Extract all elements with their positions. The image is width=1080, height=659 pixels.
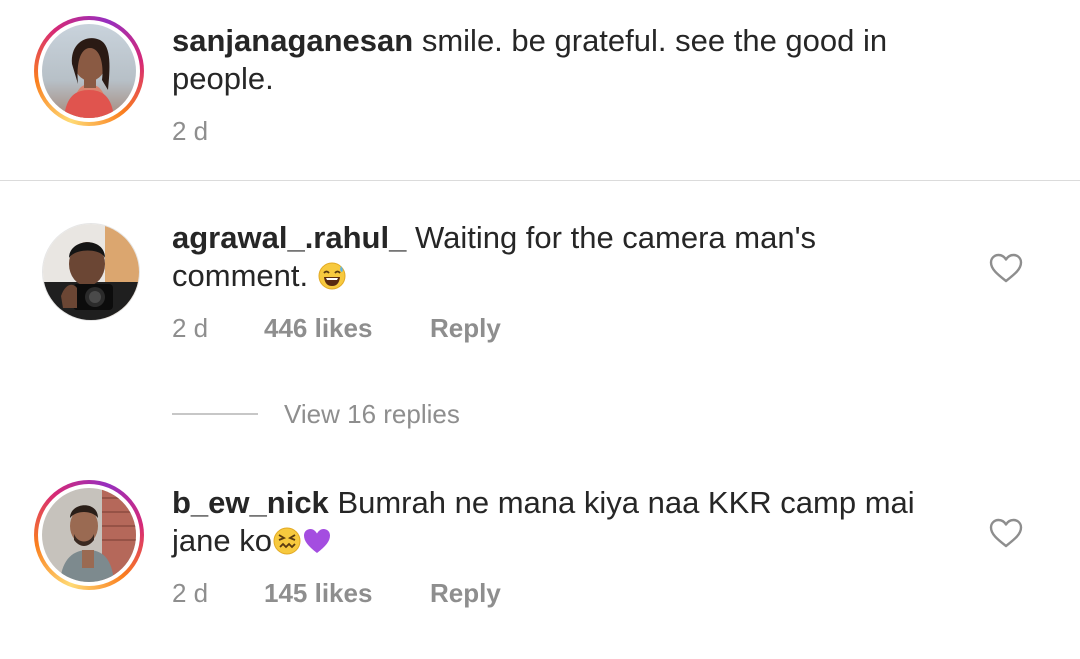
heart-icon[interactable] xyxy=(989,518,1023,548)
comment-text: agrawal_.rahul_ Waiting for the camera m… xyxy=(172,219,816,295)
purple-heart-emoji xyxy=(302,526,332,556)
comment-meta: 2 d xyxy=(172,116,264,147)
comment-username[interactable]: agrawal_.rahul_ xyxy=(172,220,406,255)
man-with-camera-avatar[interactable] xyxy=(42,223,140,321)
comment-text-line2: people. xyxy=(172,61,274,96)
comment-text-line1: smile. be grateful. see the good in xyxy=(421,23,888,58)
caption-comment: sanjanaganesan smile. be grateful. see t… xyxy=(0,0,1080,180)
heart-icon[interactable] xyxy=(989,253,1023,283)
grinning-sweat-emoji xyxy=(317,261,347,291)
comment-time: 2 d xyxy=(172,578,209,608)
comment-text-line1: Bumrah ne mana kiya naa KKR camp mai xyxy=(337,485,915,520)
view-replies-label[interactable]: View 16 replies xyxy=(284,399,460,430)
comment-item: agrawal_.rahul_ Waiting for the camera m… xyxy=(0,181,1080,391)
comment-meta: 2 d 145 likes Reply xyxy=(172,578,501,609)
likes-count[interactable]: 145 likes xyxy=(264,578,430,609)
comment-text-line2: comment. xyxy=(172,258,309,293)
comment-username[interactable]: b_ew_nick xyxy=(172,485,329,520)
comment-time: 2 d xyxy=(172,116,209,146)
confounded-face-emoji xyxy=(272,526,302,556)
comment-username[interactable]: sanjanaganesan xyxy=(172,23,413,58)
comment-item: b_ew_nick Bumrah ne mana kiya naa KKR ca… xyxy=(0,446,1080,659)
comment-meta: 2 d 446 likes Reply xyxy=(172,313,501,344)
caption-text: sanjanaganesan smile. be grateful. see t… xyxy=(172,22,887,98)
comment-text: b_ew_nick Bumrah ne mana kiya naa KKR ca… xyxy=(172,484,915,560)
comment-text-line2: jane ko xyxy=(172,523,272,558)
reply-button[interactable]: Reply xyxy=(430,578,501,609)
comment-time: 2 d xyxy=(172,313,209,343)
reply-button[interactable]: Reply xyxy=(430,313,501,344)
man-portrait-avatar[interactable] xyxy=(42,488,136,582)
replies-divider-line xyxy=(172,413,258,415)
comment-text-line1: Waiting for the camera man's xyxy=(414,220,817,255)
woman-portrait-avatar[interactable] xyxy=(42,24,136,118)
view-replies-button[interactable]: View 16 replies xyxy=(172,396,460,432)
likes-count[interactable]: 446 likes xyxy=(264,313,430,344)
